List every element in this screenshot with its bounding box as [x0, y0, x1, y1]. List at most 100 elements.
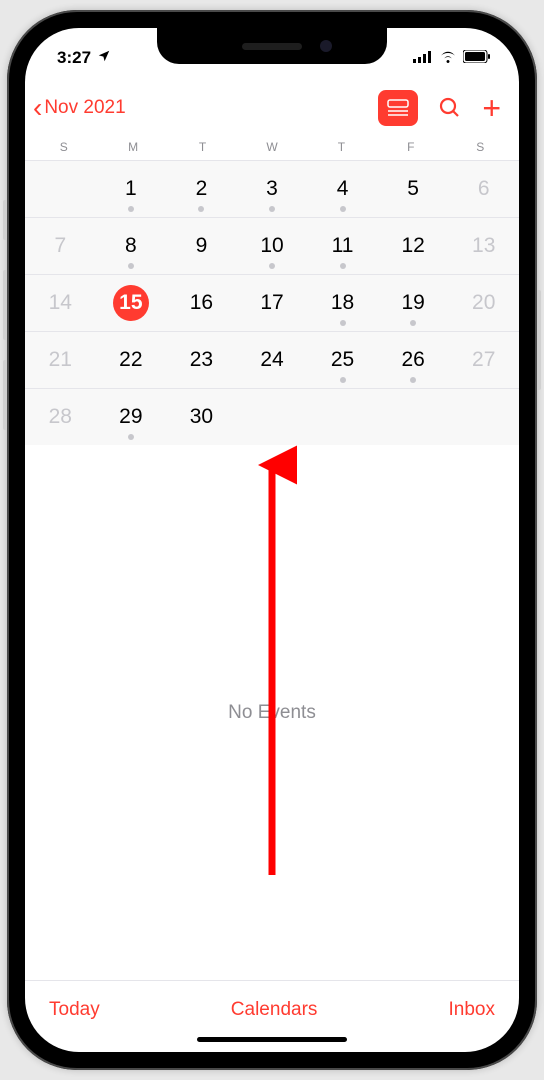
day-number: 26	[401, 348, 424, 372]
view-mode-button[interactable]	[378, 90, 418, 126]
cellular-signal-icon	[413, 48, 433, 68]
event-indicator-dot	[128, 206, 134, 212]
day-cell[interactable]: 3	[237, 161, 308, 217]
day-number: 27	[472, 348, 495, 372]
day-number: 4	[337, 177, 349, 201]
day-number: 15	[113, 285, 149, 321]
add-event-button[interactable]: +	[482, 90, 501, 127]
device-frame: 3:27 ‹ Nov 2021	[7, 10, 537, 1070]
day-cell	[25, 161, 96, 217]
calendars-button[interactable]: Calendars	[231, 999, 318, 1021]
calendar-week-row: 21 22 23 24 25 26 27	[25, 332, 519, 389]
day-number: 22	[119, 348, 142, 372]
events-area[interactable]: No Events	[25, 445, 519, 980]
day-number: 16	[190, 291, 213, 315]
event-indicator-dot	[128, 263, 134, 269]
day-number: 11	[332, 234, 354, 258]
day-cell[interactable]: 19	[378, 275, 449, 331]
day-cell[interactable]: 18	[307, 275, 378, 331]
calendar-grid: 1234567891011121314151617181920212223242…	[25, 161, 519, 445]
day-number: 6	[478, 177, 490, 201]
list-day-icon	[387, 99, 409, 117]
weekday-label: M	[98, 140, 167, 154]
calendar-week-row: 1 2 3 4 5 6	[25, 161, 519, 218]
day-cell[interactable]: 9	[166, 218, 237, 274]
day-cell[interactable]: 5	[378, 161, 449, 217]
today-button[interactable]: Today	[49, 999, 100, 1021]
day-cell[interactable]: 26	[378, 332, 449, 388]
day-cell[interactable]: 23	[166, 332, 237, 388]
wifi-icon	[439, 48, 457, 68]
day-cell[interactable]: 28	[25, 389, 96, 445]
day-cell[interactable]: 2	[166, 161, 237, 217]
weekday-label: F	[376, 140, 445, 154]
day-number: 18	[331, 291, 354, 315]
swipe-up-arrow-annotation	[247, 445, 297, 891]
day-cell[interactable]: 17	[237, 275, 308, 331]
day-cell[interactable]: 10	[237, 218, 308, 274]
day-cell[interactable]: 12	[378, 218, 449, 274]
day-cell[interactable]: 22	[96, 332, 167, 388]
day-number: 9	[196, 234, 208, 258]
day-number: 12	[401, 234, 424, 258]
day-cell[interactable]: 14	[25, 275, 96, 331]
chevron-left-icon: ‹	[33, 94, 42, 122]
day-number: 10	[260, 234, 283, 258]
day-cell[interactable]: 20	[448, 275, 519, 331]
weekday-label: T	[307, 140, 376, 154]
weekday-label: S	[29, 140, 98, 154]
day-cell[interactable]: 4	[307, 161, 378, 217]
event-indicator-dot	[410, 320, 416, 326]
day-cell[interactable]: 24	[237, 332, 308, 388]
day-number: 25	[331, 348, 354, 372]
no-events-label: No Events	[228, 702, 316, 724]
day-cell[interactable]: 21	[25, 332, 96, 388]
event-indicator-dot	[340, 320, 346, 326]
volume-down-button	[3, 360, 7, 430]
clock: 3:27	[57, 48, 91, 68]
event-indicator-dot	[128, 434, 134, 440]
day-cell	[237, 389, 308, 445]
day-number: 1	[125, 177, 137, 201]
day-number: 5	[407, 177, 419, 201]
day-number: 8	[125, 234, 137, 258]
weekday-label: W	[237, 140, 306, 154]
day-number: 19	[401, 291, 424, 315]
day-cell[interactable]: 25	[307, 332, 378, 388]
day-number: 23	[190, 348, 213, 372]
home-indicator[interactable]	[197, 1037, 347, 1042]
back-button[interactable]: ‹ Nov 2021	[33, 94, 126, 122]
day-cell[interactable]: 11	[307, 218, 378, 274]
day-cell[interactable]: 16	[166, 275, 237, 331]
inbox-button[interactable]: Inbox	[449, 999, 495, 1021]
day-cell	[448, 389, 519, 445]
calendar-week-row: 14 15 16 17 18 19 20	[25, 275, 519, 332]
day-cell[interactable]: 1	[96, 161, 167, 217]
day-cell[interactable]: 29	[96, 389, 167, 445]
day-number: 7	[54, 234, 66, 258]
weekday-header: SMTWTFS	[25, 138, 519, 161]
day-cell[interactable]: 30	[166, 389, 237, 445]
day-number: 13	[472, 234, 495, 258]
calendar-week-row: 7 8 9 10 11 12 13	[25, 218, 519, 275]
location-arrow-icon	[97, 48, 111, 68]
day-number: 24	[260, 348, 283, 372]
day-number: 2	[196, 177, 208, 201]
weekday-label: T	[168, 140, 237, 154]
mute-switch	[3, 200, 7, 240]
day-cell[interactable]: 15	[96, 275, 167, 331]
search-icon	[438, 96, 462, 120]
day-cell[interactable]: 13	[448, 218, 519, 274]
day-cell[interactable]: 27	[448, 332, 519, 388]
day-number: 21	[49, 348, 72, 372]
day-cell	[378, 389, 449, 445]
search-button[interactable]	[438, 96, 462, 120]
day-number: 29	[119, 405, 142, 429]
day-cell[interactable]: 8	[96, 218, 167, 274]
day-cell[interactable]: 6	[448, 161, 519, 217]
day-number: 3	[266, 177, 278, 201]
weekday-label: S	[446, 140, 515, 154]
day-cell[interactable]: 7	[25, 218, 96, 274]
calendar-week-row: 28 29 30	[25, 389, 519, 445]
battery-icon	[463, 48, 491, 68]
